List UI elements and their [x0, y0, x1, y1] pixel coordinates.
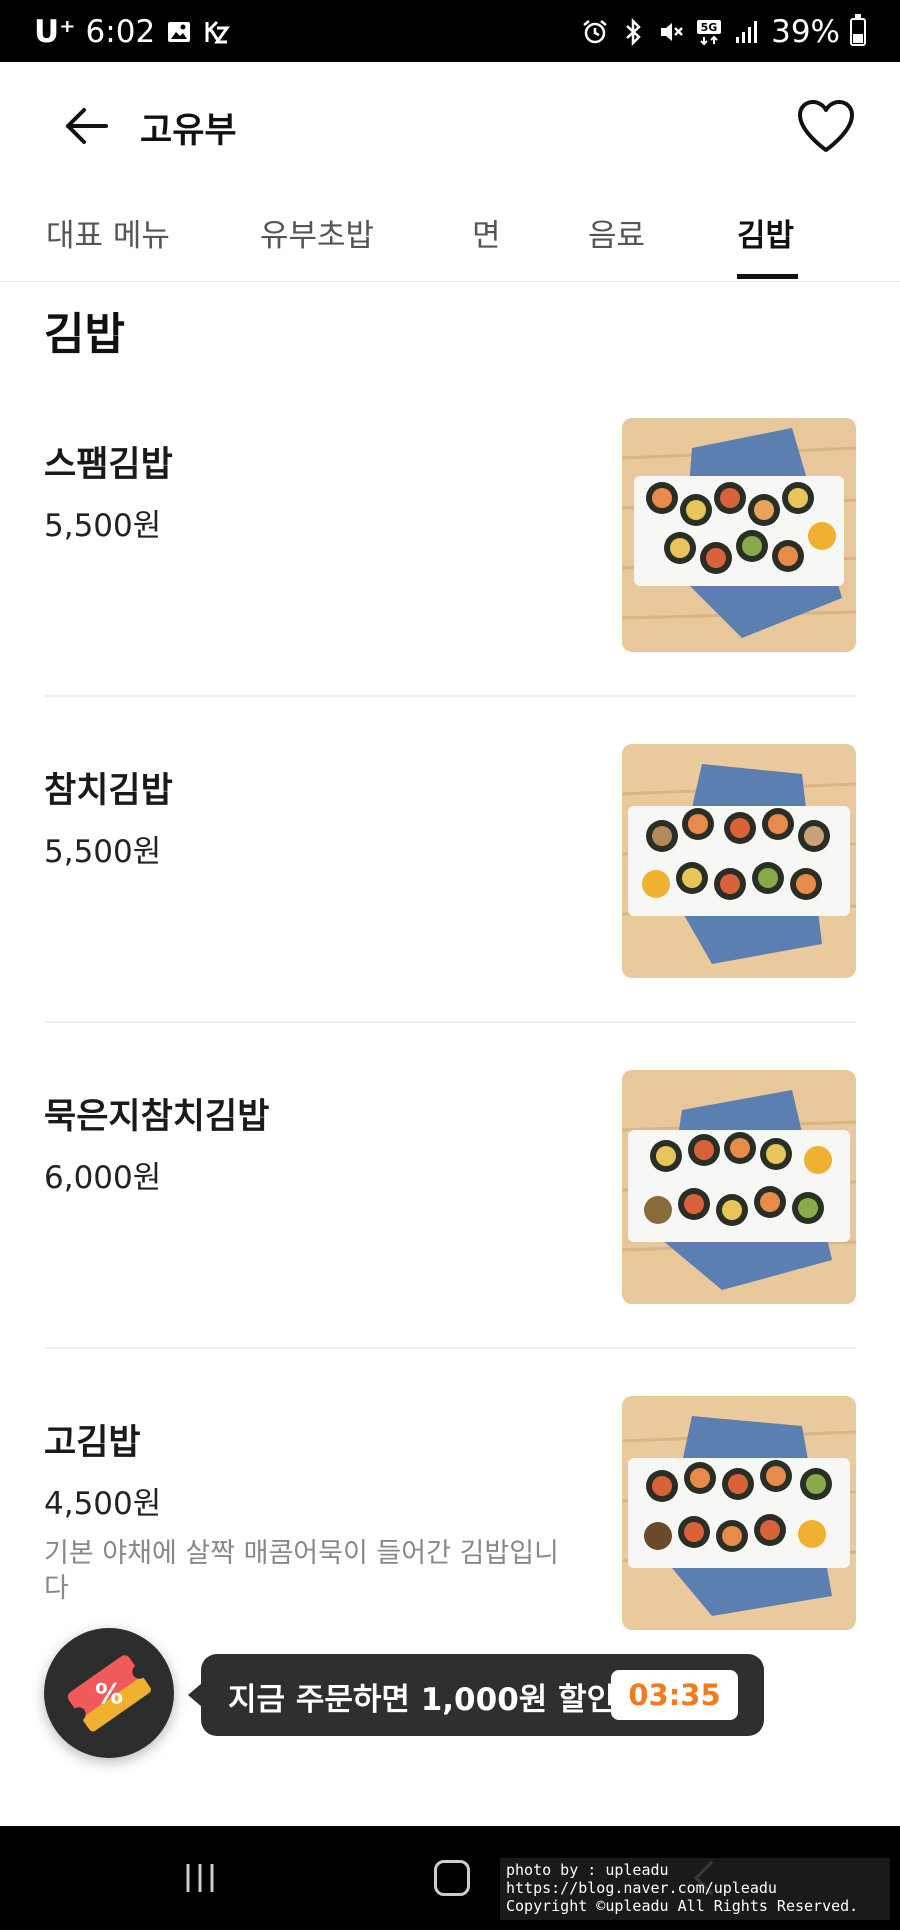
tab-yubu-chobap[interactable]: 유부초밥 [260, 210, 374, 255]
alarm-icon [583, 20, 607, 44]
watermark-line: photo by : upleadu [506, 1861, 669, 1879]
battery-icon [850, 14, 866, 46]
photo-watermark: photo by : upleadu https://blog.naver.co… [500, 1858, 890, 1920]
item-divider [44, 1347, 856, 1349]
tab-noodles[interactable]: 면 [472, 210, 501, 255]
heart-icon[interactable] [796, 98, 856, 154]
discount-coupon-button[interactable]: % [44, 1628, 174, 1758]
gimbap-photo [622, 1070, 856, 1304]
recent-apps-icon[interactable] [182, 1862, 218, 1894]
gallery-icon [168, 22, 191, 42]
item-price: 5,500원 [44, 834, 162, 870]
item-name: 스팸김밥 [44, 445, 173, 485]
item-name: 묵은지참치김밥 [44, 1097, 270, 1137]
status-right: 5G 39% [581, 14, 866, 50]
gimbap-photo [622, 418, 856, 652]
clock: 6:02 [85, 14, 156, 50]
item-divider [44, 695, 856, 697]
item-divider [44, 1021, 856, 1023]
tooltip-arrow [188, 1683, 202, 1707]
network-label: 5G [701, 21, 718, 34]
status-bar: U⁺ 6:02 5G 39% [0, 0, 900, 62]
category-tabs: 대표 메뉴 유부초밥 면 음료 김밥 [0, 192, 900, 282]
signal-icon [736, 21, 758, 43]
mute-icon [661, 23, 683, 41]
coupon-label: % [95, 1677, 123, 1710]
network-5g-icon: 5G [697, 20, 722, 46]
item-price: 6,000원 [44, 1160, 162, 1196]
item-description: 기본 야채에 살짝 매콤어묵이 들어간 김밥입니다 [44, 1538, 559, 1604]
carrier-label: U⁺ [34, 14, 76, 50]
tab-gimbap[interactable]: 김밥 [737, 210, 794, 255]
back-arrow-icon[interactable] [64, 106, 110, 146]
item-price: 4,500원 [44, 1486, 162, 1522]
bluetooth-icon [626, 18, 641, 46]
item-price: 5,500원 [44, 508, 162, 544]
discount-message: 지금 주문하면 1,000원 할인! [228, 1682, 630, 1718]
item-name: 고김밥 [44, 1423, 141, 1463]
app-header: 고유부 [0, 62, 900, 192]
discount-tooltip[interactable]: 지금 주문하면 1,000원 할인! 03:35 [188, 1654, 764, 1736]
status-left: U⁺ 6:02 [34, 14, 231, 50]
gimbap-photo [622, 1396, 856, 1630]
tab-drinks[interactable]: 음료 [588, 210, 645, 255]
app-notification-icon [205, 20, 231, 44]
home-button[interactable] [434, 1860, 470, 1896]
coupon-icon: % [67, 1655, 151, 1732]
watermark-line: https://blog.naver.com/upleadu [506, 1879, 777, 1897]
section-title: 김밥 [44, 309, 125, 360]
item-name: 참치김밥 [44, 771, 173, 811]
active-tab-indicator [737, 274, 798, 279]
store-title: 고유부 [140, 111, 237, 151]
tab-representative-menu[interactable]: 대표 메뉴 [46, 210, 170, 255]
countdown-timer: 03:35 [611, 1670, 738, 1720]
battery-fill [853, 33, 863, 43]
gimbap-photo [622, 744, 856, 978]
battery-percent: 39% [771, 14, 840, 50]
watermark-line: Copyright ©upleadu All Rights Reserved. [506, 1897, 859, 1915]
